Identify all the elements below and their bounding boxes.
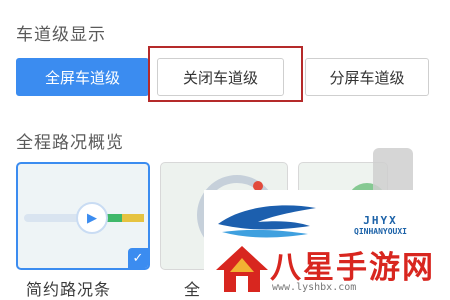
watermark-brand-name: QINHANYOUXI: [354, 227, 407, 236]
full-map-label: 全: [184, 280, 202, 299]
check-icon: ✓: [128, 248, 148, 268]
split-lane-button[interactable]: 分屏车道级: [305, 58, 429, 96]
simple-traffic-bar-thumbnail[interactable]: ▶ ✓: [16, 162, 150, 270]
watermark-brand-short: JHYX: [363, 214, 398, 227]
bird-logo-icon: [218, 205, 316, 238]
lane-display-title: 车道级显示: [16, 25, 106, 45]
route-overview-title: 全程路况概览: [16, 133, 124, 153]
route-yellow-segment: [122, 214, 144, 222]
watermark-brand: JHYX QINHANYOUXI: [354, 214, 407, 236]
house-logo-icon: [216, 246, 268, 292]
watermark-title: 八星手游网: [270, 250, 435, 286]
simple-traffic-bar-label: 简约路况条: [26, 280, 112, 299]
annotation-highlight-box: [148, 46, 303, 102]
watermark-url: www.lyshbx.com: [272, 282, 357, 293]
play-icon: ▶: [76, 202, 108, 234]
fullscreen-lane-button[interactable]: 全屏车道级: [16, 58, 149, 96]
